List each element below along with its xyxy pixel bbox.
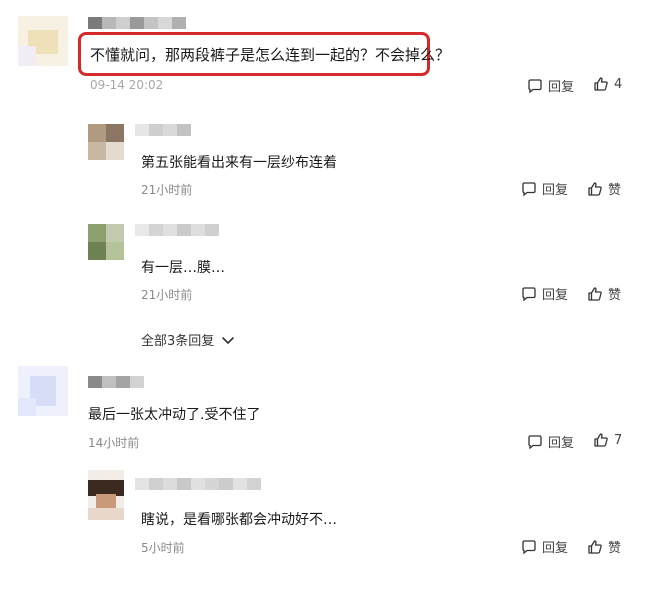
like-count: 4 [614, 76, 623, 92]
username-blurred[interactable] [135, 224, 219, 236]
thumbs-up-icon [588, 181, 602, 196]
thumbs-up-icon [594, 433, 608, 447]
reply-label: 回复 [542, 541, 569, 556]
comment-text: 最后一张太冲动了.受不住了 [88, 407, 261, 423]
comment-icon [522, 539, 536, 554]
avatar[interactable] [88, 224, 124, 260]
reply-label: 回复 [548, 80, 575, 95]
comment-text: 不懂就问，那两段裤子是怎么连到一起的？不会掉么？ [90, 46, 451, 64]
avatar[interactable] [18, 366, 68, 416]
username-blurred[interactable] [135, 478, 261, 490]
comment-time: 14小时前 [88, 436, 140, 450]
reply-button[interactable]: 回复 [527, 76, 574, 95]
comment-icon [522, 286, 536, 301]
comment-icon [528, 434, 542, 449]
reply-text: 瞎说，是看哪张都会冲动好不… [141, 512, 337, 528]
reply-button[interactable]: 回复 [521, 537, 568, 556]
comment-time: 09-14 20:02 [90, 78, 164, 92]
reply-button[interactable]: 回复 [521, 179, 568, 198]
like-button[interactable]: 赞 [587, 179, 621, 198]
like-button[interactable]: 4 [593, 76, 622, 92]
show-all-replies-button[interactable]: 全部3条回复 [141, 330, 236, 349]
thumbs-up-icon [588, 286, 602, 301]
reply-button[interactable]: 回复 [521, 284, 568, 303]
reply-time: 21小时前 [141, 288, 193, 302]
username-blurred[interactable] [88, 17, 186, 29]
comment-icon [522, 181, 536, 196]
comment-icon [528, 78, 542, 93]
reply-label: 回复 [542, 288, 569, 303]
reply-label: 回复 [542, 183, 569, 198]
reply-time: 21小时前 [141, 183, 193, 197]
like-button[interactable]: 7 [593, 432, 622, 448]
username-blurred[interactable] [88, 376, 144, 388]
like-label: 赞 [608, 541, 622, 556]
like-button[interactable]: 赞 [587, 537, 621, 556]
like-count: 7 [614, 432, 623, 448]
avatar[interactable] [88, 124, 124, 160]
avatar[interactable] [18, 16, 68, 66]
reply-text: 第五张能看出来有一层纱布连着 [141, 155, 337, 171]
thumbs-up-icon [594, 77, 608, 91]
show-all-replies-label: 全部3条回复 [141, 334, 215, 349]
chevron-down-icon [222, 336, 235, 344]
username-blurred[interactable] [135, 124, 191, 136]
reply-label: 回复 [548, 436, 575, 451]
like-label: 赞 [608, 183, 622, 198]
like-label: 赞 [608, 288, 622, 303]
like-button[interactable]: 赞 [587, 284, 621, 303]
avatar[interactable] [88, 470, 124, 520]
reply-text: 有一层…膜… [141, 260, 225, 276]
reply-time: 5小时前 [141, 541, 185, 555]
thumbs-up-icon [588, 539, 602, 554]
reply-button[interactable]: 回复 [527, 432, 574, 451]
